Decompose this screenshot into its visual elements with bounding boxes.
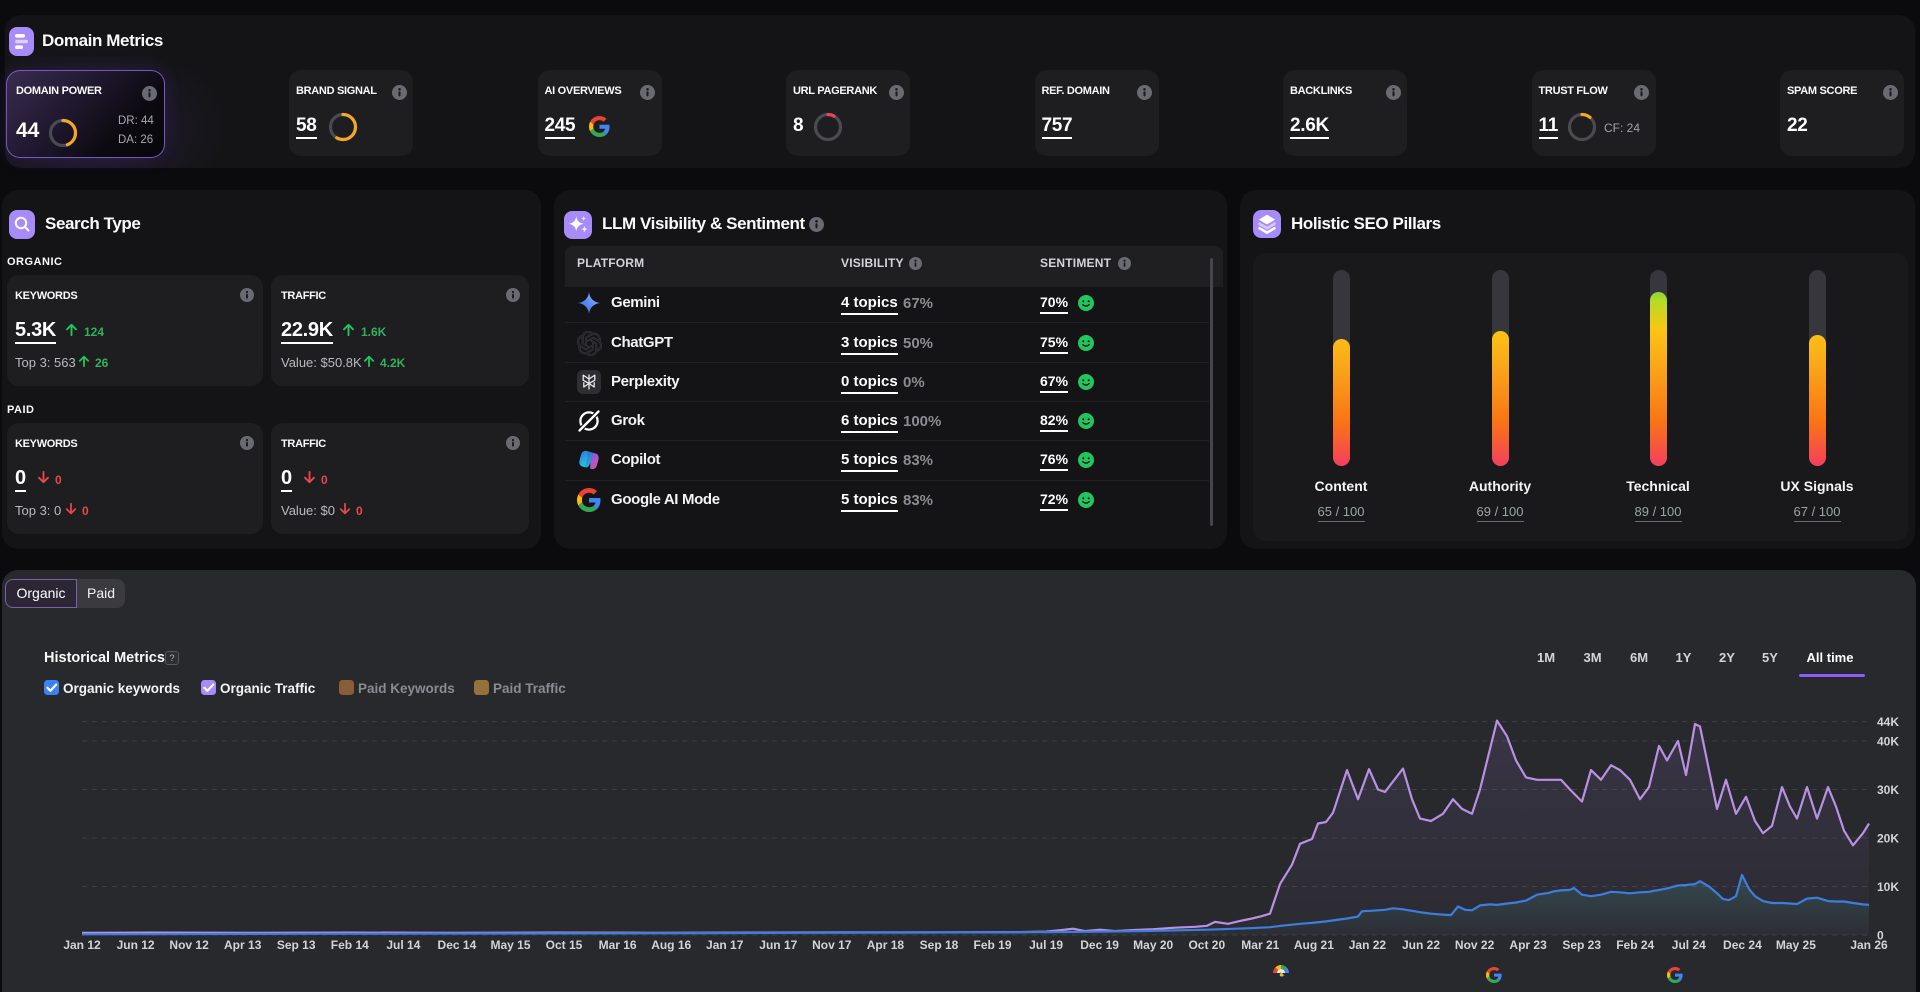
svg-text:Feb 24: Feb 24: [1616, 938, 1654, 952]
svg-text:Sep 18: Sep 18: [920, 938, 959, 952]
svg-text:Dec 14: Dec 14: [438, 938, 477, 952]
svg-text:Apr 18: Apr 18: [867, 938, 905, 952]
svg-text:Nov 12: Nov 12: [169, 938, 209, 952]
svg-text:Sep 23: Sep 23: [1562, 938, 1601, 952]
svg-text:Apr 13: Apr 13: [224, 938, 262, 952]
svg-text:Mar 16: Mar 16: [599, 938, 637, 952]
svg-text:Jul 14: Jul 14: [386, 938, 420, 952]
svg-text:Jan 12: Jan 12: [63, 938, 101, 952]
svg-text:Aug 21: Aug 21: [1294, 938, 1334, 952]
svg-text:Dec 24: Dec 24: [1723, 938, 1762, 952]
svg-text:Jul 24: Jul 24: [1672, 938, 1706, 952]
svg-text:20K: 20K: [1877, 832, 1899, 846]
svg-text:Dec 19: Dec 19: [1080, 938, 1119, 952]
svg-text:Jan 26: Jan 26: [1850, 938, 1888, 952]
svg-text:May 25: May 25: [1776, 938, 1816, 952]
svg-text:Jun 17: Jun 17: [759, 938, 797, 952]
svg-text:10K: 10K: [1877, 880, 1899, 894]
svg-text:Oct 15: Oct 15: [546, 938, 583, 952]
svg-text:Apr 23: Apr 23: [1509, 938, 1547, 952]
svg-text:Feb 19: Feb 19: [973, 938, 1011, 952]
svg-text:Jun 22: Jun 22: [1402, 938, 1440, 952]
svg-text:30K: 30K: [1877, 783, 1899, 797]
svg-text:May 15: May 15: [490, 938, 530, 952]
svg-text:Mar 21: Mar 21: [1241, 938, 1279, 952]
svg-text:Aug 16: Aug 16: [651, 938, 691, 952]
svg-text:Feb 14: Feb 14: [331, 938, 369, 952]
svg-text:44K: 44K: [1877, 715, 1899, 729]
svg-text:Jun 12: Jun 12: [117, 938, 155, 952]
svg-text:Jan 22: Jan 22: [1349, 938, 1387, 952]
svg-text:May 20: May 20: [1133, 938, 1173, 952]
svg-text:Sep 13: Sep 13: [277, 938, 316, 952]
svg-text:Jul 19: Jul 19: [1029, 938, 1063, 952]
svg-text:Nov 22: Nov 22: [1455, 938, 1495, 952]
svg-text:40K: 40K: [1877, 735, 1899, 749]
svg-text:Nov 17: Nov 17: [812, 938, 852, 952]
svg-text:Jan 17: Jan 17: [706, 938, 744, 952]
svg-text:Oct 20: Oct 20: [1188, 938, 1225, 952]
